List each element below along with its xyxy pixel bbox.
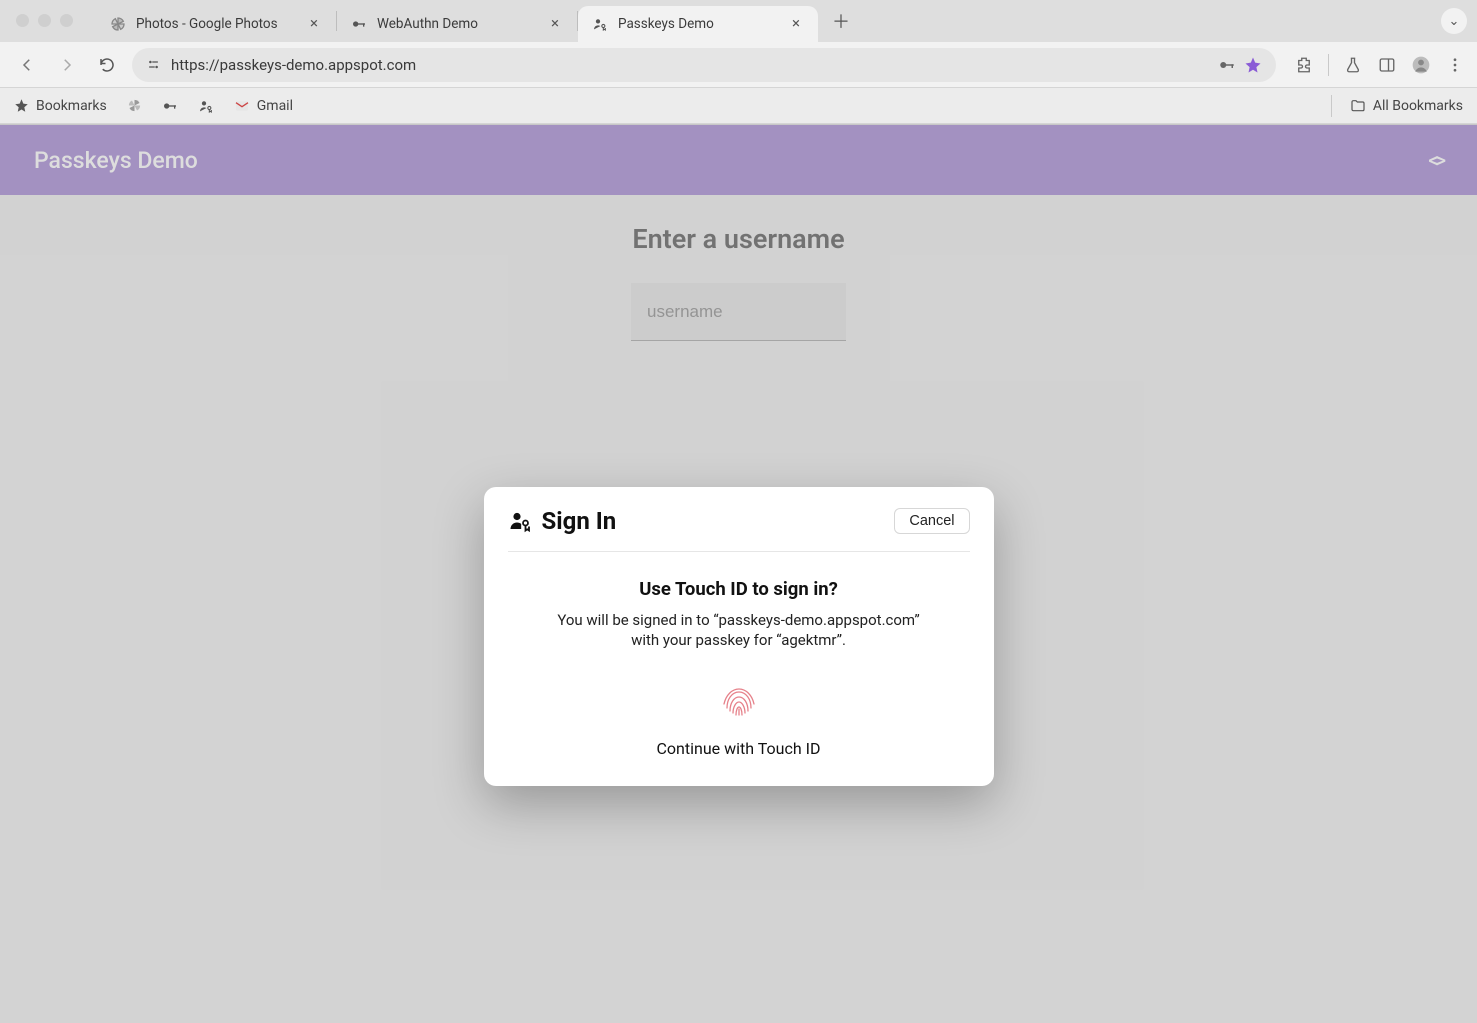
site-settings-icon[interactable] — [146, 57, 161, 72]
fingerprint-icon[interactable] — [715, 677, 763, 725]
close-icon[interactable]: × — [306, 16, 322, 32]
labs-icon[interactable] — [1343, 55, 1363, 75]
modal-header: Sign In Cancel — [508, 507, 970, 552]
password-key-icon[interactable] — [1218, 56, 1236, 74]
close-icon[interactable]: × — [547, 16, 563, 32]
bookmarks-menu[interactable]: Bookmarks — [14, 98, 107, 114]
back-button[interactable] — [12, 50, 42, 80]
cancel-button[interactable]: Cancel — [894, 508, 969, 534]
toolbar-actions — [1286, 54, 1465, 76]
bookmark-photos[interactable] — [127, 98, 142, 113]
star-icon — [14, 98, 29, 113]
profile-avatar-icon[interactable] — [1411, 55, 1431, 75]
bookmarks-bar: Bookmarks Gmail — [0, 88, 1477, 124]
maximize-window-icon[interactable] — [60, 14, 73, 27]
gmail-label: Gmail — [257, 98, 293, 114]
reload-button[interactable] — [92, 50, 122, 80]
forward-button[interactable] — [52, 50, 82, 80]
person-key-icon — [198, 98, 214, 114]
window-controls[interactable] — [16, 14, 73, 27]
url-text: https://passkeys-demo.appspot.com — [171, 56, 1208, 74]
bookmark-person[interactable] — [198, 98, 214, 114]
sidepanel-icon[interactable] — [1377, 55, 1397, 75]
modal-description: You will be signed in to “passkeys-demo.… — [508, 610, 970, 651]
pinwheel-icon — [127, 98, 142, 113]
modal-heading: Use Touch ID to sign in? — [508, 578, 970, 600]
tab-strip: Photos - Google Photos × WebAuthn Demo ×… — [0, 0, 1477, 42]
tab-title: Photos - Google Photos — [136, 16, 296, 32]
tab-overflow-button[interactable]: ⌄ — [1441, 8, 1467, 34]
tab-webauthn[interactable]: WebAuthn Demo × — [337, 6, 577, 42]
tab-title: Passkeys Demo — [618, 16, 778, 32]
modal-title: Sign In — [542, 507, 617, 535]
close-icon[interactable]: × — [788, 16, 804, 32]
bookmark-star-icon[interactable] — [1244, 56, 1262, 74]
minimize-window-icon[interactable] — [38, 14, 51, 27]
bookmark-gmail[interactable]: Gmail — [234, 98, 293, 114]
close-window-icon[interactable] — [16, 14, 29, 27]
separator — [1331, 95, 1332, 117]
person-key-icon — [508, 509, 532, 533]
separator — [1328, 54, 1329, 76]
address-bar[interactable]: https://passkeys-demo.appspot.com — [132, 48, 1276, 82]
page-content: Passkeys Demo <> Enter a username Authen… — [0, 125, 1477, 1023]
menu-icon[interactable] — [1445, 55, 1465, 75]
all-bookmarks[interactable]: All Bookmarks — [1350, 98, 1463, 114]
tab-title: WebAuthn Demo — [377, 16, 537, 32]
tab-photos[interactable]: Photos - Google Photos × — [96, 6, 336, 42]
touchid-label: Continue with Touch ID — [508, 739, 970, 758]
folder-icon — [1350, 98, 1366, 114]
key-icon — [162, 98, 178, 114]
extensions-icon[interactable] — [1294, 55, 1314, 75]
modal-body: Use Touch ID to sign in? You will be sig… — [508, 552, 970, 758]
browser-chrome: Photos - Google Photos × WebAuthn Demo ×… — [0, 0, 1477, 125]
signin-modal: Sign In Cancel Use Touch ID to sign in? … — [484, 487, 994, 786]
toolbar: https://passkeys-demo.appspot.com — [0, 42, 1477, 88]
bookmarks-label: Bookmarks — [36, 98, 107, 114]
key-icon — [351, 16, 367, 32]
tab-passkeys[interactable]: Passkeys Demo × — [578, 6, 818, 42]
bookmark-key[interactable] — [162, 98, 178, 114]
person-key-icon — [592, 16, 608, 32]
gmail-icon — [234, 98, 250, 114]
new-tab-button[interactable]: ＋ — [826, 6, 856, 36]
all-bookmarks-label: All Bookmarks — [1373, 98, 1463, 114]
pinwheel-icon — [110, 16, 126, 32]
